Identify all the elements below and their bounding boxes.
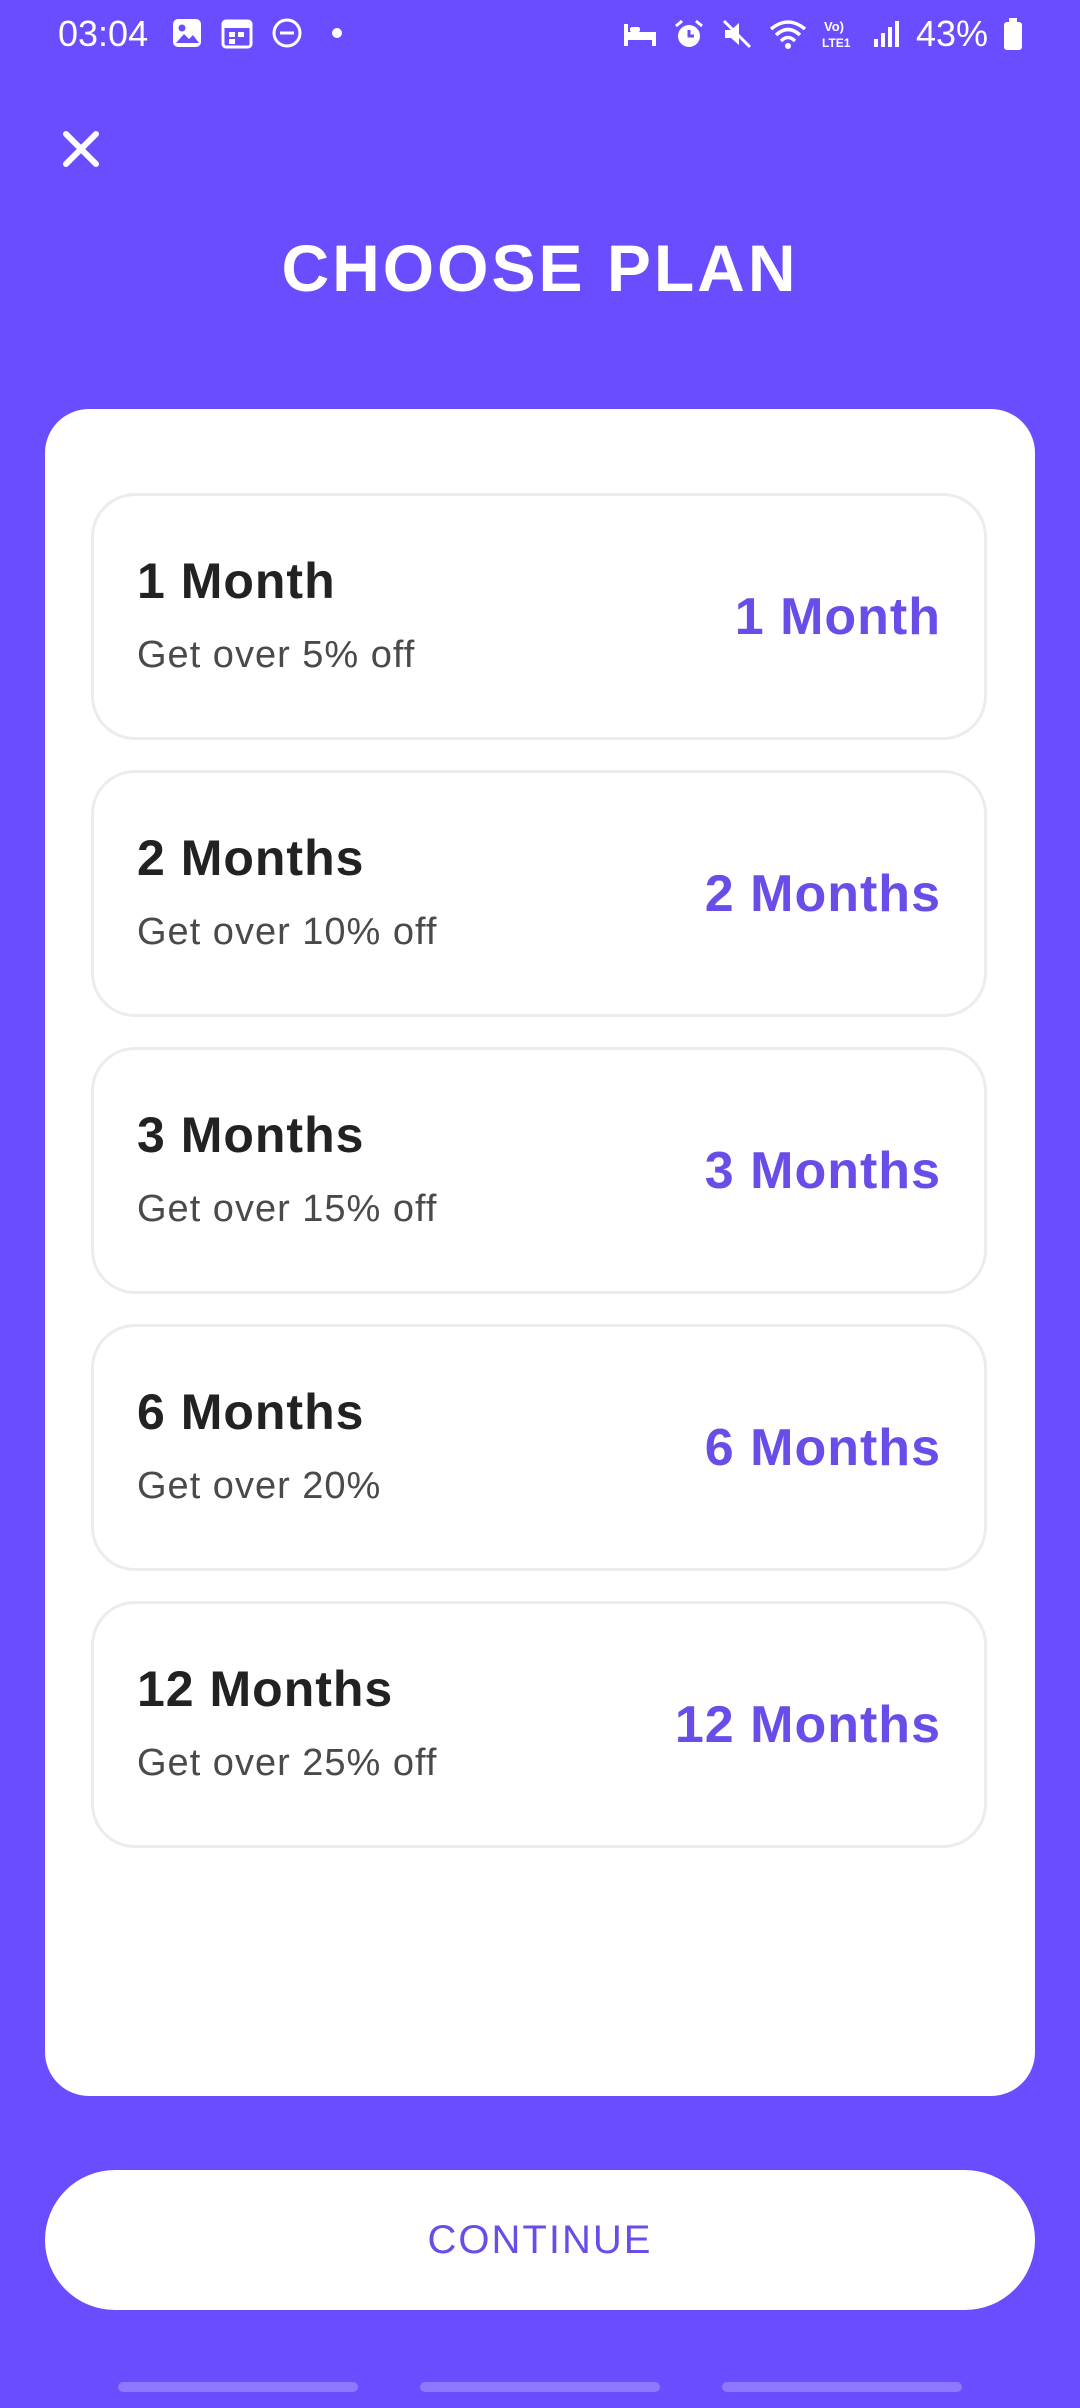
plan-name: 3 Months	[137, 1107, 365, 1163]
page-title: CHOOSE PLAN	[281, 231, 799, 305]
sleep-icon	[622, 18, 658, 50]
plan-value: 1 Month	[734, 588, 941, 646]
plan-discount: Get over 10% off	[137, 911, 438, 953]
gallery-icon	[170, 16, 204, 50]
status-right-icons: Vo) LTE1 43%	[622, 12, 1024, 56]
nav-handle-left	[118, 2382, 358, 2392]
status-time: 03:04	[58, 13, 149, 54]
plan-option-12-months[interactable]: 12 Months Get over 25% off 12 Months	[91, 1601, 987, 1848]
volte-icon: Vo) LTE1	[822, 17, 858, 51]
plan-discount: Get over 20%	[137, 1465, 382, 1507]
plan-discount: Get over 15% off	[137, 1188, 438, 1230]
plan-value: 12 Months	[674, 1696, 941, 1754]
plan-discount: Get over 25% off	[137, 1742, 438, 1784]
plan-value: 2 Months	[704, 865, 941, 923]
plan-name: 2 Months	[137, 830, 365, 886]
battery-percent: 43%	[915, 13, 988, 54]
mute-icon	[720, 17, 754, 51]
plan-name: 6 Months	[137, 1384, 365, 1440]
nav-handle-right	[722, 2382, 962, 2392]
continue-button[interactable]: CONTINUE	[45, 2170, 1035, 2310]
plan-option-6-months[interactable]: 6 Months Get over 20% 6 Months	[91, 1324, 987, 1571]
plan-option-2-months[interactable]: 2 Months Get over 10% off 2 Months	[91, 770, 987, 1017]
plan-value: 6 Months	[704, 1419, 941, 1477]
plan-name: 12 Months	[137, 1661, 394, 1717]
svg-text:Vo): Vo)	[824, 19, 844, 34]
status-left-icons	[170, 16, 354, 50]
dnd-icon	[270, 16, 304, 50]
close-button[interactable]	[52, 122, 110, 180]
signal-icon	[872, 17, 902, 51]
nav-handle-center	[420, 2382, 660, 2392]
plan-discount: Get over 5% off	[137, 634, 416, 676]
plan-value: 3 Months	[704, 1142, 941, 1200]
svg-text:LTE1: LTE1	[822, 36, 851, 50]
status-bar: 03:04 Vo) LTE1 43%	[0, 0, 1080, 72]
plans-card: 1 Month Get over 5% off 1 Month 2 Months…	[45, 409, 1035, 2096]
plan-option-1-month[interactable]: 1 Month Get over 5% off 1 Month	[91, 493, 987, 740]
calendar-icon	[220, 16, 254, 50]
plan-name: 1 Month	[137, 553, 336, 609]
battery-icon	[1002, 17, 1024, 51]
dot-icon	[320, 16, 354, 50]
close-icon	[60, 128, 102, 175]
wifi-icon	[768, 17, 808, 51]
alarm-icon	[672, 17, 706, 51]
plan-option-3-months[interactable]: 3 Months Get over 15% off 3 Months	[91, 1047, 987, 1294]
